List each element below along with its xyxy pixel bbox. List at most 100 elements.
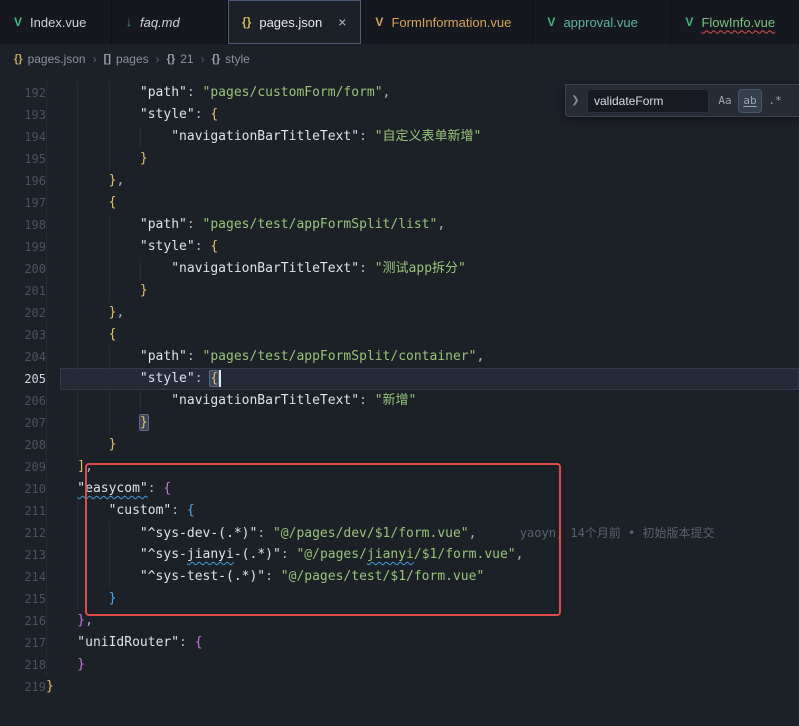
close-icon[interactable]: × [330,15,346,29]
indent-guide [46,500,47,522]
code-line-212[interactable]: 212"^sys-dev-(.*)": "@/pages/dev/$1/form… [0,522,799,544]
code-line-219[interactable]: 219} [0,676,799,698]
indent-guide [46,390,47,412]
search-input[interactable] [587,89,709,113]
indent-guide [46,610,47,632]
indent-guide [140,126,141,148]
line-number: 201 [0,280,46,302]
tab-index-vue[interactable]: VIndex.vue [0,0,112,44]
line-content: "path": "pages/test/appFormSplit/contain… [46,346,799,368]
code-token: : [187,349,203,364]
code-token: "^sys-test-(.*)" [140,569,265,584]
code-token: { [195,635,203,650]
code-line-205[interactable]: 205"style": { [0,368,799,390]
markdown-icon: ↓ [126,15,132,29]
code-token: "测试app拆分" [375,261,466,276]
symbol-object-icon: {} [212,53,221,65]
breadcrumb-item-style[interactable]: {}style [212,52,250,66]
code-token: , [116,305,124,320]
vscode-window: VIndex.vue↓faq.md{}pages.json×VFormInfor… [0,0,799,726]
line-content: } [46,654,799,676]
code-line-194[interactable]: 194"navigationBarTitleText": "自定义表单新增" [0,126,799,148]
code-line-200[interactable]: 200"navigationBarTitleText": "测试app拆分" [0,258,799,280]
code-line-202[interactable]: 202}, [0,302,799,324]
line-number: 214 [0,566,46,588]
code-line-214[interactable]: 214"^sys-test-(.*)": "@/pages/test/$1/fo… [0,566,799,588]
code-line-203[interactable]: 203 { [0,324,799,346]
line-content: "^sys-dev-(.*)": "@/pages/dev/$1/form.vu… [46,522,799,544]
indent-guide [46,456,47,478]
code-token: "@/pages/test/$1/form.vue" [281,569,485,584]
tab-forminformation-vue[interactable]: VFormInformation.vue [361,0,533,44]
code-line-209[interactable]: 209], [0,456,799,478]
code-line-197[interactable]: 197{ [0,192,799,214]
code-line-213[interactable]: 213"^sys-jianyi-(.*)": "@/pages/jianyi/$… [0,544,799,566]
code-line-198[interactable]: 198"path": "pages/test/appFormSplit/list… [0,214,799,236]
code-token: "navigationBarTitleText" [171,129,359,144]
tab-approval-vue[interactable]: Vapproval.vue [533,0,671,44]
line-number: 216 [0,610,46,632]
code-line-216[interactable]: 216}, [0,610,799,632]
breadcrumb-separator: › [93,52,97,66]
code-line-204[interactable]: 204"path": "pages/test/appFormSplit/cont… [0,346,799,368]
tab-flowinfo-vue[interactable]: VFlowInfo.vue [671,0,799,44]
indent-guide [46,632,47,654]
line-content: } [46,588,799,610]
code-line-215[interactable]: 215} [0,588,799,610]
tab-faq-md[interactable]: ↓faq.md [112,0,228,44]
indent-guide [77,280,78,302]
indent-guide [109,412,110,434]
whole-word-button[interactable]: ab [739,90,761,112]
code-token: , [476,349,484,364]
code-token: } [109,591,117,606]
line-number: 199 [0,236,46,258]
code-token: : [195,371,211,386]
code-line-217[interactable]: 217"uniIdRouter": { [0,632,799,654]
indent-guide [77,126,78,148]
code-line-210[interactable]: 210"easycom": { [0,478,799,500]
code-line-199[interactable]: 199"style": { [0,236,799,258]
indent-guide [46,654,47,676]
indent-guide [46,544,47,566]
match-case-button[interactable]: Aa [714,90,736,112]
indent-guide [46,566,47,588]
editor[interactable]: 192"path": "pages/customForm/form",193"s… [0,74,799,726]
indent-guide [77,104,78,126]
code-line-195[interactable]: 195} [0,148,799,170]
code-line-211[interactable]: 211"custom": { [0,500,799,522]
code-line-208[interactable]: 208} [0,434,799,456]
line-content: "easycom": { [46,478,799,500]
code-line-206[interactable]: 206"navigationBarTitleText": "新增" [0,390,799,412]
indent-guide [77,170,78,192]
code-token: , [85,459,93,474]
line-number: 217 [0,632,46,654]
line-number: 203 [0,324,46,346]
regex-button[interactable]: .* [764,90,786,112]
toggle-replace-button[interactable]: ❯ [569,95,582,106]
breadcrumb-item-21[interactable]: {}21 [167,52,194,66]
indent-guide [109,346,110,368]
indent-guide [109,236,110,258]
indent-guide [46,368,47,390]
tab-label: Index.vue [30,15,86,30]
vue-icon: V [685,15,693,29]
code-line-196[interactable]: 196}, [0,170,799,192]
breadcrumb-item-pages.json[interactable]: {}pages.json [14,52,86,66]
code-token: { [109,327,117,342]
breadcrumb-item-pages[interactable]: []pages [104,52,149,66]
code-token: { [210,371,218,386]
line-content: "navigationBarTitleText": "测试app拆分" [46,258,799,280]
line-content: "navigationBarTitleText": "新增" [46,390,799,412]
code-line-201[interactable]: 201} [0,280,799,302]
indent-guide [77,214,78,236]
line-number: 206 [0,390,46,412]
code-line-207[interactable]: 207} [0,412,799,434]
indent-guide [46,346,47,368]
tab-pages-json[interactable]: {}pages.json× [228,0,361,44]
code-token: { [163,481,171,496]
line-number: 215 [0,588,46,610]
code-token: } [140,151,148,166]
code-token: "navigationBarTitleText" [171,261,359,276]
code-line-218[interactable]: 218} [0,654,799,676]
line-content: }, [46,170,799,192]
